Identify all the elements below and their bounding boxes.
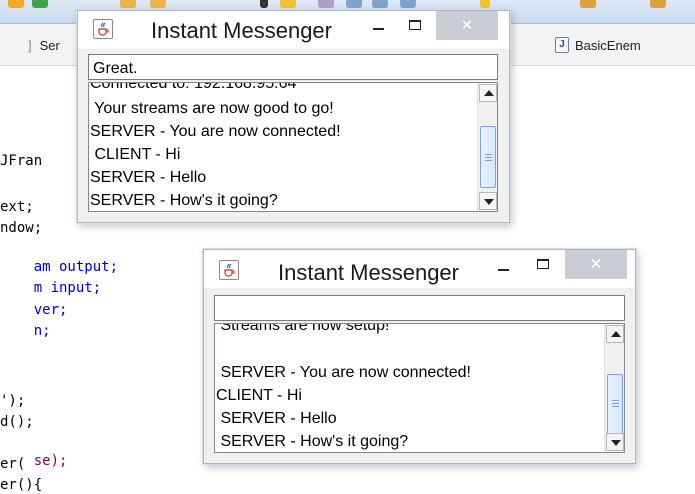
- maximize-button[interactable]: [401, 13, 429, 39]
- chat-history[interactable]: Connected to: 192.168.95.64 Your streams…: [88, 82, 498, 212]
- code-line: ext;: [0, 199, 34, 215]
- toolbar-run-icon[interactable]: [8, 0, 24, 8]
- toolbar-window-icon[interactable]: [400, 0, 416, 8]
- title-bar[interactable]: Instant Messenger ✕: [204, 250, 635, 288]
- code-line: er(: [0, 456, 26, 472]
- chat-message: SERVER - You are now connected!: [216, 364, 471, 381]
- code-line: ');: [0, 393, 26, 409]
- toolbar-view-icon[interactable]: [346, 0, 362, 8]
- chat-message: CLIENT - Hi: [90, 146, 181, 163]
- window-title: Instant Messenger: [151, 18, 332, 43]
- toolbar-arrow-icon[interactable]: [580, 0, 596, 8]
- close-button[interactable]: ✕: [436, 11, 498, 40]
- arrow-up-icon: [611, 331, 621, 337]
- scroll-thumb[interactable]: [607, 374, 623, 436]
- toolbar-shape-icon[interactable]: [318, 0, 334, 8]
- java-file-icon: J: [555, 37, 569, 53]
- chat-message: SERVER - Hello: [216, 410, 337, 427]
- maximize-button[interactable]: [529, 252, 557, 278]
- toolbar-play-icon[interactable]: [260, 0, 268, 8]
- title-bar[interactable]: Instant Messenger ✕: [78, 11, 509, 49]
- toolbar-debug-icon[interactable]: [32, 0, 48, 8]
- code-line: n;: [0, 304, 51, 358]
- grip-line: [485, 154, 492, 155]
- toolbar-perspective-icon[interactable]: [372, 0, 388, 8]
- grip-line: [485, 157, 492, 158]
- close-button[interactable]: ✕: [565, 250, 627, 279]
- chat-message: CLIENT - Hi: [216, 387, 302, 404]
- java-cup-icon: [219, 260, 239, 280]
- java-cup-icon: [93, 19, 113, 39]
- code-line: d();: [0, 414, 34, 430]
- grip-line: [612, 400, 619, 401]
- grip-line: [612, 406, 619, 407]
- messenger-window-top[interactable]: Instant Messenger ✕ Connected to: 192.16…: [77, 10, 510, 223]
- chat-message: SERVER - How's it going?: [216, 433, 409, 450]
- tab-server-label: Ser: [39, 37, 60, 53]
- arrow-down-icon: [484, 199, 494, 205]
- code-token: n;: [33, 323, 51, 339]
- scroll-down-button[interactable]: [479, 192, 497, 210]
- arrow-down-icon: [611, 440, 621, 446]
- arrow-up-icon: [484, 90, 494, 96]
- scroll-up-button[interactable]: [606, 325, 624, 343]
- minimize-button[interactable]: [490, 254, 518, 280]
- chat-message: Streams are now setup!: [216, 323, 390, 334]
- vertical-scrollbar[interactable]: [477, 83, 497, 211]
- maximize-icon: [409, 20, 421, 30]
- toolbar-search-icon[interactable]: [280, 0, 296, 8]
- message-input[interactable]: [214, 295, 625, 321]
- chat-message: Connected to: 192.168.95.64: [90, 82, 297, 92]
- scroll-thumb[interactable]: [480, 126, 496, 188]
- vertical-scrollbar[interactable]: [604, 324, 624, 452]
- scroll-down-button[interactable]: [606, 433, 624, 451]
- message-input[interactable]: [88, 54, 498, 80]
- toolbar-open-icon[interactable]: [150, 0, 166, 8]
- window-title: Instant Messenger: [278, 260, 459, 285]
- grip-line: [612, 403, 619, 404]
- tab-basic-enemy[interactable]: J BasicEnem: [555, 34, 641, 56]
- chat-message: SERVER - How's it going?: [90, 192, 278, 209]
- chat-message: Your streams are now good to go!: [90, 100, 334, 117]
- chat-history[interactable]: Streams are now setup! SERVER - You are …: [214, 323, 625, 453]
- tab-basic-enemy-label: BasicEnem: [575, 37, 641, 53]
- tab-server[interactable]: ] Ser: [28, 34, 60, 56]
- chat-message: SERVER - Hello: [90, 169, 207, 186]
- code-token: se);: [33, 453, 68, 469]
- code-line: ndow;: [0, 220, 43, 236]
- grip-line: [485, 160, 492, 161]
- toolbar-folder-icon[interactable]: [120, 0, 136, 8]
- toolbar-bulb-icon[interactable]: [480, 0, 490, 8]
- minimize-icon: [498, 269, 509, 271]
- tab-bracket: ]: [28, 37, 32, 53]
- minimize-button[interactable]: [365, 13, 393, 39]
- messenger-window-bottom[interactable]: Instant Messenger ✕ Streams are now setu…: [203, 249, 636, 464]
- scroll-up-button[interactable]: [479, 84, 497, 102]
- toolbar-arrow-icon-2[interactable]: [650, 0, 666, 8]
- code-line: er(){: [0, 477, 43, 493]
- code-line: JFran: [0, 153, 43, 169]
- chat-message: SERVER - You are now connected!: [90, 123, 341, 140]
- minimize-icon: [373, 28, 384, 30]
- maximize-icon: [537, 259, 549, 269]
